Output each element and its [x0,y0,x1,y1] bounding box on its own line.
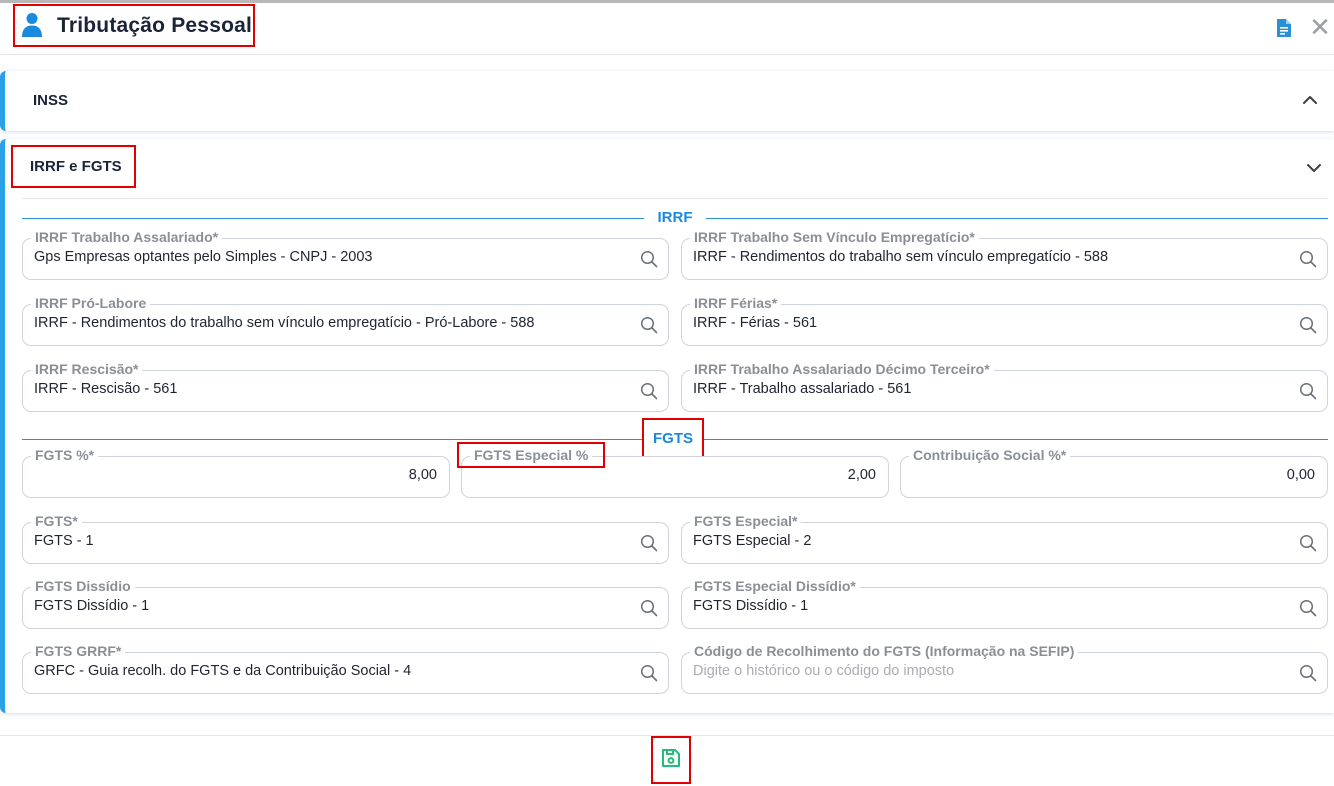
field-value: GRFC - Guia recolh. do FGTS e da Contrib… [34,663,412,679]
irrf-section-title: IRRF [657,209,693,226]
field-label: FGTS GRRF* [31,642,126,660]
field-value: 2,00 [847,467,876,483]
fgts-divider-right [704,439,1328,440]
irrf-pro-labore-field[interactable]: IRRF Pró-Labore IRRF - Rendimentos do tr… [22,294,669,346]
fgts-especial-field[interactable]: FGTS Especial* FGTS Especial - 2 [681,512,1328,564]
save-button[interactable] [651,736,691,784]
fgts-section-title: FGTS [653,430,693,447]
field-label: Contribuição Social %* [909,446,1071,464]
field-label: FGTS* [31,512,82,530]
field-label: IRRF Pró-Labore [31,294,151,312]
search-icon[interactable] [1299,316,1317,334]
field-value: Gps Empresas optantes pelo Simples - CNP… [34,249,373,265]
page-title: Tributação Pessoal [57,13,253,37]
irrf-fgts-panel-header[interactable]: IRRF e FGTS [11,145,136,188]
irrf-rescisao-field[interactable]: IRRF Rescisão* IRRF - Rescisão - 561 [22,360,669,412]
field-label: IRRF Rescisão* [31,360,143,378]
person-icon [21,12,43,40]
field-label: IRRF Trabalho Assalariado Décimo Terceir… [690,360,994,378]
field-value: IRRF - Rendimentos do trabalho sem víncu… [693,249,1109,265]
inss-panel-title: INSS [33,92,69,109]
field-value: 8,00 [408,467,437,483]
search-icon[interactable] [1299,599,1317,617]
contribuicao-social-percent-field[interactable]: Contribuição Social %* 0,00 [900,446,1328,498]
search-icon[interactable] [1299,250,1317,268]
fgts-dissidio-field[interactable]: FGTS Dissídio FGTS Dissídio - 1 [22,577,669,629]
chevron-down-icon[interactable] [1305,159,1323,177]
fgts-especial-label-highlight [457,442,605,468]
field-value: IRRF - Férias - 561 [693,315,818,331]
field-value: IRRF - Rescisão - 561 [34,381,178,397]
fgts-field[interactable]: FGTS* FGTS - 1 [22,512,669,564]
field-value: 0,00 [1286,467,1315,483]
codigo-recolhimento-fgts-field[interactable]: Código de Recolhimento do FGTS (Informaç… [681,642,1328,694]
field-label: IRRF Trabalho Sem Vínculo Empregatício* [690,228,979,246]
irrf-divider-left [22,218,644,219]
search-icon[interactable] [640,250,658,268]
search-icon[interactable] [640,599,658,617]
irrf-trabalho-assalariado-field[interactable]: IRRF Trabalho Assalariado* Gps Empresas … [22,228,669,280]
close-icon[interactable]: ✕ [1309,14,1331,40]
fgts-especial-dissidio-field[interactable]: FGTS Especial Dissídio* FGTS Dissídio - … [681,577,1328,629]
fgts-percent-field[interactable]: FGTS %* 8,00 [22,446,450,498]
field-label: Código de Recolhimento do FGTS (Informaç… [690,642,1079,660]
field-label: IRRF Férias* [690,294,782,312]
search-icon[interactable] [640,534,658,552]
field-label: FGTS Especial* [690,512,802,530]
modal-title-highlight: Tributação Pessoal [13,4,255,47]
field-value: FGTS Dissídio - 1 [34,598,150,614]
save-icon [659,746,683,775]
search-icon[interactable] [640,664,658,682]
field-value: IRRF - Rendimentos do trabalho sem víncu… [34,315,535,331]
field-label: IRRF Trabalho Assalariado* [31,228,223,246]
field-label: FGTS Especial Dissídio* [690,577,860,595]
fgts-grrf-field[interactable]: FGTS GRRF* GRFC - Guia recolh. do FGTS e… [22,642,669,694]
field-value: FGTS Especial - 2 [693,533,812,549]
fgts-divider-left [22,439,642,440]
divider [22,198,1328,199]
modal-header: Tributação Pessoal ✕ [0,3,1334,55]
irrf-trabalho-sem-vinculo-field[interactable]: IRRF Trabalho Sem Vínculo Empregatício* … [681,228,1328,280]
document-icon[interactable] [1276,18,1292,38]
field-label: FGTS %* [31,446,99,464]
irrf-fgts-panel-title: IRRF e FGTS [30,158,122,175]
field-value: FGTS - 1 [34,533,94,549]
field-value: IRRF - Trabalho assalariado - 561 [693,381,912,397]
field-label: FGTS Dissídio [31,577,135,595]
irrf-ferias-field[interactable]: IRRF Férias* IRRF - Férias - 561 [681,294,1328,346]
inss-panel[interactable]: INSS [0,71,1334,131]
field-placeholder: Digite o histórico ou o código do impost… [693,663,955,679]
irrf-divider-right [706,218,1328,219]
search-icon[interactable] [1299,664,1317,682]
search-icon[interactable] [1299,382,1317,400]
field-value: FGTS Dissídio - 1 [693,598,809,614]
search-icon[interactable] [1299,534,1317,552]
search-icon[interactable] [640,316,658,334]
irrf-decimo-terceiro-field[interactable]: IRRF Trabalho Assalariado Décimo Terceir… [681,360,1328,412]
chevron-up-icon[interactable] [1301,91,1319,109]
search-icon[interactable] [640,382,658,400]
